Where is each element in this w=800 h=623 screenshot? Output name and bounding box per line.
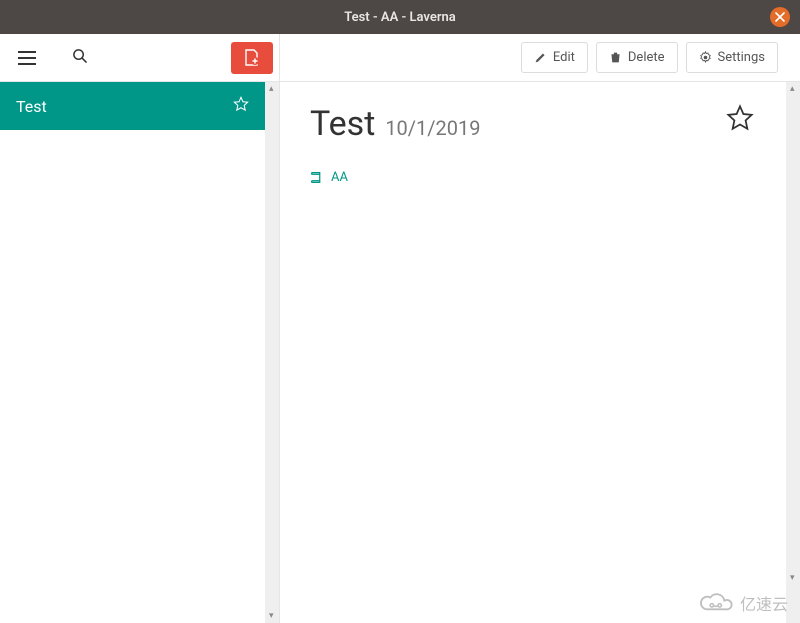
gear-icon [699, 51, 712, 64]
sidebar-note-title: Test [16, 97, 233, 116]
scroll-up-icon: ▴ [269, 84, 274, 94]
note-content: Test 10/1/2019 AA [280, 82, 800, 210]
sidebar-note-star[interactable] [233, 96, 249, 116]
settings-button[interactable]: Settings [686, 42, 778, 73]
note-title: Test [310, 104, 375, 144]
pencil-icon [534, 51, 547, 64]
delete-label: Delete [628, 50, 665, 65]
note-heading-row: Test 10/1/2019 [310, 104, 770, 144]
edit-button[interactable]: Edit [521, 42, 588, 73]
book-icon [310, 171, 323, 184]
sidebar-toolbar [0, 34, 279, 82]
notebook-link[interactable]: AA [310, 170, 348, 185]
sidebar-note-item[interactable]: Test [0, 82, 265, 130]
notebook-name: AA [331, 170, 348, 185]
cloud-icon [696, 592, 734, 614]
note-toolbar: Edit Delete Settings [280, 34, 800, 82]
main-scrollbar[interactable]: ▴ ▾ [786, 82, 800, 623]
trash-icon [609, 51, 622, 64]
hamburger-icon [18, 51, 36, 53]
star-outline-icon [726, 104, 754, 132]
scroll-down-icon: ▾ [269, 611, 274, 621]
watermark: 亿速云 [696, 591, 788, 615]
edit-label: Edit [553, 50, 575, 65]
note-date: 10/1/2019 [385, 116, 480, 140]
menu-button[interactable] [18, 51, 36, 65]
watermark-text: 亿速云 [740, 591, 788, 615]
close-icon [775, 12, 785, 22]
main-panel: Edit Delete Settings Test 10/1/2019 AA [280, 34, 800, 623]
sidebar: Test ▴ ▾ [0, 34, 280, 623]
search-icon [72, 48, 87, 63]
new-note-icon [244, 49, 260, 67]
window-titlebar: Test - AA - Laverna [0, 0, 800, 34]
star-outline-icon [233, 96, 249, 112]
delete-button[interactable]: Delete [596, 42, 678, 73]
scroll-up-icon: ▴ [790, 84, 795, 94]
new-note-button[interactable] [231, 42, 273, 74]
window-title: Test - AA - Laverna [344, 10, 456, 25]
settings-label: Settings [718, 50, 765, 65]
favorite-toggle[interactable] [726, 104, 754, 136]
window-close-button[interactable] [770, 7, 790, 27]
search-button[interactable] [72, 48, 87, 67]
scroll-down-icon: ▾ [790, 573, 795, 583]
sidebar-scrollbar[interactable]: ▴ ▾ [265, 82, 279, 623]
app-body: Test ▴ ▾ Edit Delete Settings [0, 34, 800, 623]
